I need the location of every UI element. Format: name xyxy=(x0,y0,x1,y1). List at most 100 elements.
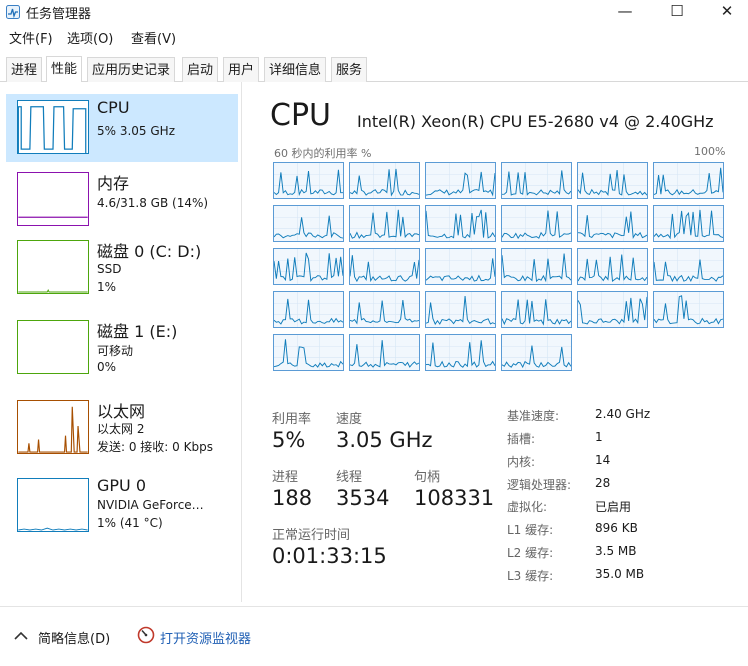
sidebar-cpu-title: CPU xyxy=(97,98,130,117)
core-graph-7 xyxy=(349,205,420,242)
logical-processors-label: 逻辑处理器: xyxy=(507,478,572,492)
sidebar-gpu-usage: 1% (41 °C) xyxy=(97,516,163,530)
core-graph-9 xyxy=(501,205,572,242)
window-title: 任务管理器 xyxy=(26,7,92,22)
tab-services[interactable]: 服务 xyxy=(331,57,368,82)
utilization-label: 利用率 xyxy=(272,412,312,427)
base-speed-label: 基准速度: xyxy=(507,409,560,423)
tab-processes[interactable]: 进程 xyxy=(6,57,43,82)
sidebar-memory-title: 内存 xyxy=(97,174,130,193)
sidebar-cpu-usage: 5% 3.05 GHz xyxy=(97,124,176,138)
core-graph-8 xyxy=(425,205,496,242)
l3-cache-label: L3 缓存: xyxy=(507,569,554,583)
tab-details[interactable]: 详细信息 xyxy=(264,57,327,82)
sidebar-memory-usage: 4.6/31.8 GB (14%) xyxy=(97,196,209,210)
gpu-graph-icon xyxy=(17,478,89,532)
tab-app-history[interactable]: 应用历史记录 xyxy=(87,57,176,82)
sidebar-ethernet-title: 以太网 xyxy=(97,402,146,421)
sidebar-ethernet-throughput: 发送: 0 接收: 0 Kbps xyxy=(97,440,213,454)
footer-bar: 简略信息(D) 打开资源监视器 xyxy=(0,606,748,666)
core-graph-19 xyxy=(349,291,420,328)
core-graph-27 xyxy=(501,334,572,371)
sidebar-disk1-title: 磁盘 1 (E:) xyxy=(97,322,178,341)
fewer-details-button[interactable]: 简略信息(D) xyxy=(38,628,110,647)
core-graph-1 xyxy=(349,162,420,199)
sidebar-gpu-model: NVIDIA GeForce… xyxy=(97,498,204,512)
memory-graph-icon xyxy=(17,172,89,226)
sidebar-disk0-type: SSD xyxy=(97,262,122,276)
core-graph-5 xyxy=(653,162,724,199)
graph-max-label: 100% xyxy=(694,145,726,158)
l1-cache-value: 896 KB xyxy=(595,521,638,535)
tab-performance[interactable]: 性能 xyxy=(46,56,83,82)
handles-label: 句柄 xyxy=(414,470,441,485)
core-graph-6 xyxy=(273,205,344,242)
threads-value: 3534 xyxy=(336,486,390,510)
sidebar-disk1-usage: 0% xyxy=(97,360,117,374)
close-button[interactable]: ✕ xyxy=(704,0,748,24)
core-graph-4 xyxy=(577,162,648,199)
core-graph-3 xyxy=(501,162,572,199)
core-graph-18 xyxy=(273,291,344,328)
uptime-value: 0:01:33:15 xyxy=(272,544,387,568)
resource-sidebar: CPU 5% 3.05 GHz 内存 4.6/31.8 GB (14%) 磁盘 … xyxy=(0,82,242,602)
virtualization-value: 已启用 xyxy=(595,500,632,514)
processes-label: 进程 xyxy=(272,470,299,485)
core-graph-21 xyxy=(501,291,572,328)
virtualization-label: 虚拟化: xyxy=(507,500,548,514)
core-graph-10 xyxy=(577,205,648,242)
menu-options[interactable]: 选项(O) xyxy=(67,28,113,47)
speed-value: 3.05 GHz xyxy=(336,428,433,452)
sidebar-item-disk0[interactable]: 磁盘 0 (C: D:) SSD 1% xyxy=(6,234,238,302)
sidebar-item-cpu[interactable]: CPU 5% 3.05 GHz xyxy=(6,94,238,162)
disk-graph-icon xyxy=(17,320,89,374)
logical-processors-value: 28 xyxy=(595,476,611,490)
handles-value: 108331 xyxy=(414,486,495,510)
sidebar-disk0-usage: 1% xyxy=(97,280,117,294)
sidebar-ethernet-name: 以太网 2 xyxy=(97,422,145,436)
cores-label: 内核: xyxy=(507,455,536,469)
task-manager-window: 任务管理器 — ☐ ✕ 文件(F) 选项(O) 查看(V) 进程 性能 应用历史… xyxy=(0,0,748,666)
sidebar-item-gpu[interactable]: GPU 0 NVIDIA GeForce… 1% (41 °C) xyxy=(6,472,238,540)
sidebar-item-disk1[interactable]: 磁盘 1 (E:) 可移动 0% xyxy=(6,314,238,382)
core-graph-12 xyxy=(273,248,344,285)
l2-cache-value: 3.5 MB xyxy=(595,544,637,558)
l3-cache-value: 35.0 MB xyxy=(595,567,645,581)
ethernet-graph-icon xyxy=(17,400,89,454)
core-graph-23 xyxy=(653,291,724,328)
l2-cache-label: L2 缓存: xyxy=(507,546,554,560)
core-graph-0 xyxy=(273,162,344,199)
cpu-model-name: Intel(R) Xeon(R) CPU E5-2680 v4 @ 2.40GH… xyxy=(357,112,714,131)
core-graph-26 xyxy=(425,334,496,371)
sidebar-disk0-title: 磁盘 0 (C: D:) xyxy=(97,242,202,261)
core-graph-16 xyxy=(577,248,648,285)
core-graph-2 xyxy=(425,162,496,199)
menu-view[interactable]: 查看(V) xyxy=(131,28,176,47)
title-bar: 任务管理器 — ☐ ✕ xyxy=(0,0,748,24)
menu-file[interactable]: 文件(F) xyxy=(9,28,53,47)
sidebar-item-memory[interactable]: 内存 4.6/31.8 GB (14%) xyxy=(6,166,238,234)
core-graph-14 xyxy=(425,248,496,285)
disk-graph-icon xyxy=(17,240,89,294)
utilization-value: 5% xyxy=(272,428,306,452)
core-graph-13 xyxy=(349,248,420,285)
performance-detail-pane: CPU Intel(R) Xeon(R) CPU E5-2680 v4 @ 2.… xyxy=(244,82,748,602)
core-graph-22 xyxy=(577,291,648,328)
threads-label: 线程 xyxy=(336,470,363,485)
sidebar-item-ethernet[interactable]: 以太网 以太网 2 发送: 0 接收: 0 Kbps xyxy=(6,394,238,462)
resource-monitor-icon[interactable] xyxy=(137,626,155,644)
maximize-button[interactable]: ☐ xyxy=(654,0,700,24)
tab-users[interactable]: 用户 xyxy=(223,57,260,82)
sidebar-gpu-title: GPU 0 xyxy=(97,476,147,495)
tab-startup[interactable]: 启动 xyxy=(182,57,219,82)
chevron-up-icon[interactable] xyxy=(14,631,28,641)
core-graph-15 xyxy=(501,248,572,285)
speed-label: 速度 xyxy=(336,412,363,427)
cores-value: 14 xyxy=(595,453,611,467)
core-graph-24 xyxy=(273,334,344,371)
sockets-label: 插槽: xyxy=(507,432,536,446)
open-resource-monitor-link[interactable]: 打开资源监视器 xyxy=(160,628,251,647)
processes-value: 188 xyxy=(272,486,313,510)
core-graph-17 xyxy=(653,248,724,285)
minimize-button[interactable]: — xyxy=(602,0,648,24)
